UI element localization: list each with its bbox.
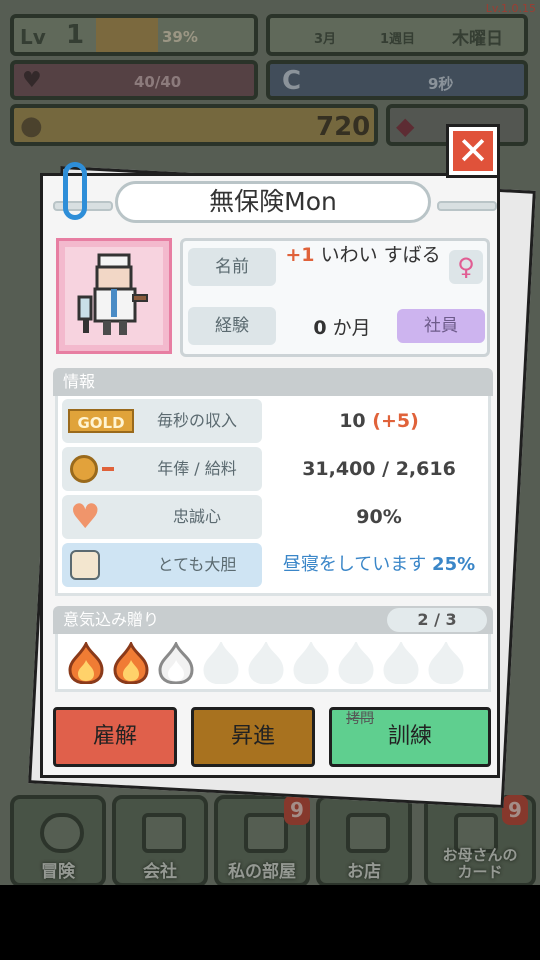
gold-icon: GOLD bbox=[68, 409, 134, 433]
loyalty-label: 忠誠心 bbox=[172, 507, 221, 526]
title-deco-right bbox=[437, 201, 497, 211]
magnifier-icon bbox=[40, 813, 84, 853]
flame-icon-empty bbox=[201, 640, 241, 685]
loyalty-value: 90% bbox=[356, 506, 402, 528]
month-text: 3月 bbox=[314, 32, 337, 47]
motivation-body bbox=[55, 634, 491, 692]
close-button[interactable]: ✕ bbox=[446, 124, 500, 178]
nav-mom-card[interactable]: お母さんの カード 9 bbox=[424, 795, 536, 885]
version-text: Lv.1.0.15 bbox=[485, 2, 536, 15]
nav-company-label: 会社 bbox=[143, 862, 177, 882]
income-value: 10 (+5) bbox=[268, 399, 490, 443]
nav-adventure-label: 冒険 bbox=[41, 862, 75, 882]
promote-button[interactable]: 昇進 bbox=[191, 707, 315, 767]
gem-icon: ◆ bbox=[396, 112, 415, 140]
train-strike-label: 拷問 bbox=[346, 711, 374, 727]
weekday-text: 木曜日 bbox=[452, 29, 503, 49]
nav-my-room-label: 私の部屋 bbox=[228, 862, 296, 882]
timer-text: 9秒 bbox=[428, 75, 454, 93]
shop-icon bbox=[346, 813, 390, 853]
level-value: 1 bbox=[66, 20, 85, 50]
salary-row-label: 年俸 / 給料 bbox=[62, 447, 262, 491]
income-row-label: GOLD 毎秒の収入 bbox=[62, 399, 262, 443]
train-label: 訓練 bbox=[387, 724, 432, 749]
exp-number: 0 bbox=[313, 317, 327, 339]
employee-name: いわい すばる bbox=[320, 244, 441, 266]
face-icon bbox=[70, 550, 100, 580]
flame-icon-empty bbox=[426, 640, 466, 685]
status-value: 昼寝をしています 25% bbox=[268, 543, 490, 587]
salary-coin-icon bbox=[70, 455, 98, 483]
employee-dialog: 無保険Mon 名前 +1 いわい すばる ♀ 経験 0 か月 社員 情報 GOL… bbox=[40, 162, 500, 778]
my-room-icon bbox=[244, 813, 288, 853]
exp-percent: 39% bbox=[162, 28, 198, 46]
train-button[interactable]: 訓練 拷問 bbox=[329, 707, 491, 767]
calendar-bar: 3月 1週目 木曜日 bbox=[266, 14, 528, 56]
coin-icon: ● bbox=[20, 111, 43, 141]
gold-bar: ● 720 bbox=[10, 104, 378, 146]
nav-my-room[interactable]: 私の部屋 9 bbox=[214, 795, 310, 885]
flame-icon-empty bbox=[246, 640, 286, 685]
status-percent: 25% bbox=[432, 554, 476, 575]
role-badge: 社員 bbox=[397, 309, 485, 343]
nav-shop-label: お店 bbox=[347, 862, 381, 882]
name-prefix: +1 bbox=[285, 244, 315, 266]
week-text: 1週目 bbox=[380, 32, 416, 47]
hp-text: 40/40 bbox=[134, 73, 182, 91]
salary-value: 31,400 / 2,616 bbox=[302, 458, 456, 480]
employee-sprite-icon bbox=[65, 247, 163, 345]
info-header: 情報 bbox=[53, 368, 493, 396]
exp-unit: か月 bbox=[332, 317, 371, 339]
level-bar: Lv 1 39% bbox=[10, 14, 258, 56]
gold-text: 720 bbox=[316, 112, 371, 142]
flame-icon-empty bbox=[336, 640, 376, 685]
exp-label: 経験 bbox=[188, 307, 276, 345]
flame-icon-filled bbox=[66, 640, 106, 685]
status-text: 昼寝をしています bbox=[282, 554, 427, 575]
timer-icon: C bbox=[282, 66, 302, 96]
nav-company[interactable]: 会社 bbox=[112, 795, 208, 885]
heart-icon: ♥ bbox=[22, 68, 42, 93]
name-label: 名前 bbox=[188, 248, 276, 286]
dialog-title: 無保険Mon bbox=[115, 181, 431, 223]
name-value: +1 いわい すばる bbox=[283, 244, 443, 266]
exp-fill bbox=[96, 18, 158, 52]
flame-icon-empty bbox=[291, 640, 331, 685]
trait-row-label: とても大胆 bbox=[62, 543, 262, 587]
trait-label: とても大胆 bbox=[157, 555, 237, 574]
info-body: GOLD 毎秒の収入 10 (+5) 年俸 / 給料 31,400 / 2,61… bbox=[55, 396, 491, 596]
mom-card-badge: 9 bbox=[502, 795, 528, 825]
motivation-count: 2 / 3 bbox=[387, 608, 487, 632]
exp-value: 0 か月 bbox=[287, 313, 397, 340]
motivation-title: 意気込み贈り bbox=[63, 610, 160, 629]
flame-icon-empty bbox=[381, 640, 421, 685]
close-icon: ✕ bbox=[453, 131, 493, 171]
flame-icon-partial bbox=[156, 640, 196, 685]
flame-icon-filled bbox=[111, 640, 151, 685]
briefcase-icon bbox=[142, 813, 186, 853]
loyalty-row-label: ♥ 忠誠心 bbox=[62, 495, 262, 539]
paperclip-icon bbox=[63, 162, 87, 220]
timer-bar: C 9秒 bbox=[266, 60, 528, 100]
loyalty-heart-icon: ♥ bbox=[70, 497, 101, 537]
nav-shop[interactable]: お店 bbox=[316, 795, 412, 885]
salary-dash-icon bbox=[102, 467, 114, 471]
employee-portrait bbox=[56, 238, 172, 354]
hp-bar: ♥ 40/40 bbox=[10, 60, 258, 100]
fire-button[interactable]: 雇解 bbox=[53, 707, 177, 767]
female-icon: ♀ bbox=[449, 250, 483, 284]
profile-box: 名前 +1 いわい すばる ♀ 経験 0 か月 社員 bbox=[180, 238, 490, 357]
salary-label: 年俸 / 給料 bbox=[157, 459, 237, 478]
income-bonus: (+5) bbox=[372, 410, 419, 432]
income-label: 毎秒の収入 bbox=[156, 411, 237, 430]
income-number: 10 bbox=[339, 410, 366, 432]
motivation-header: 意気込み贈り 2 / 3 bbox=[53, 606, 493, 634]
nav-adventure[interactable]: 冒険 bbox=[10, 795, 106, 885]
level-label: Lv bbox=[20, 25, 46, 49]
my-room-badge: 9 bbox=[284, 795, 310, 825]
nav-mom-card-label: お母さんの カード bbox=[442, 846, 518, 881]
